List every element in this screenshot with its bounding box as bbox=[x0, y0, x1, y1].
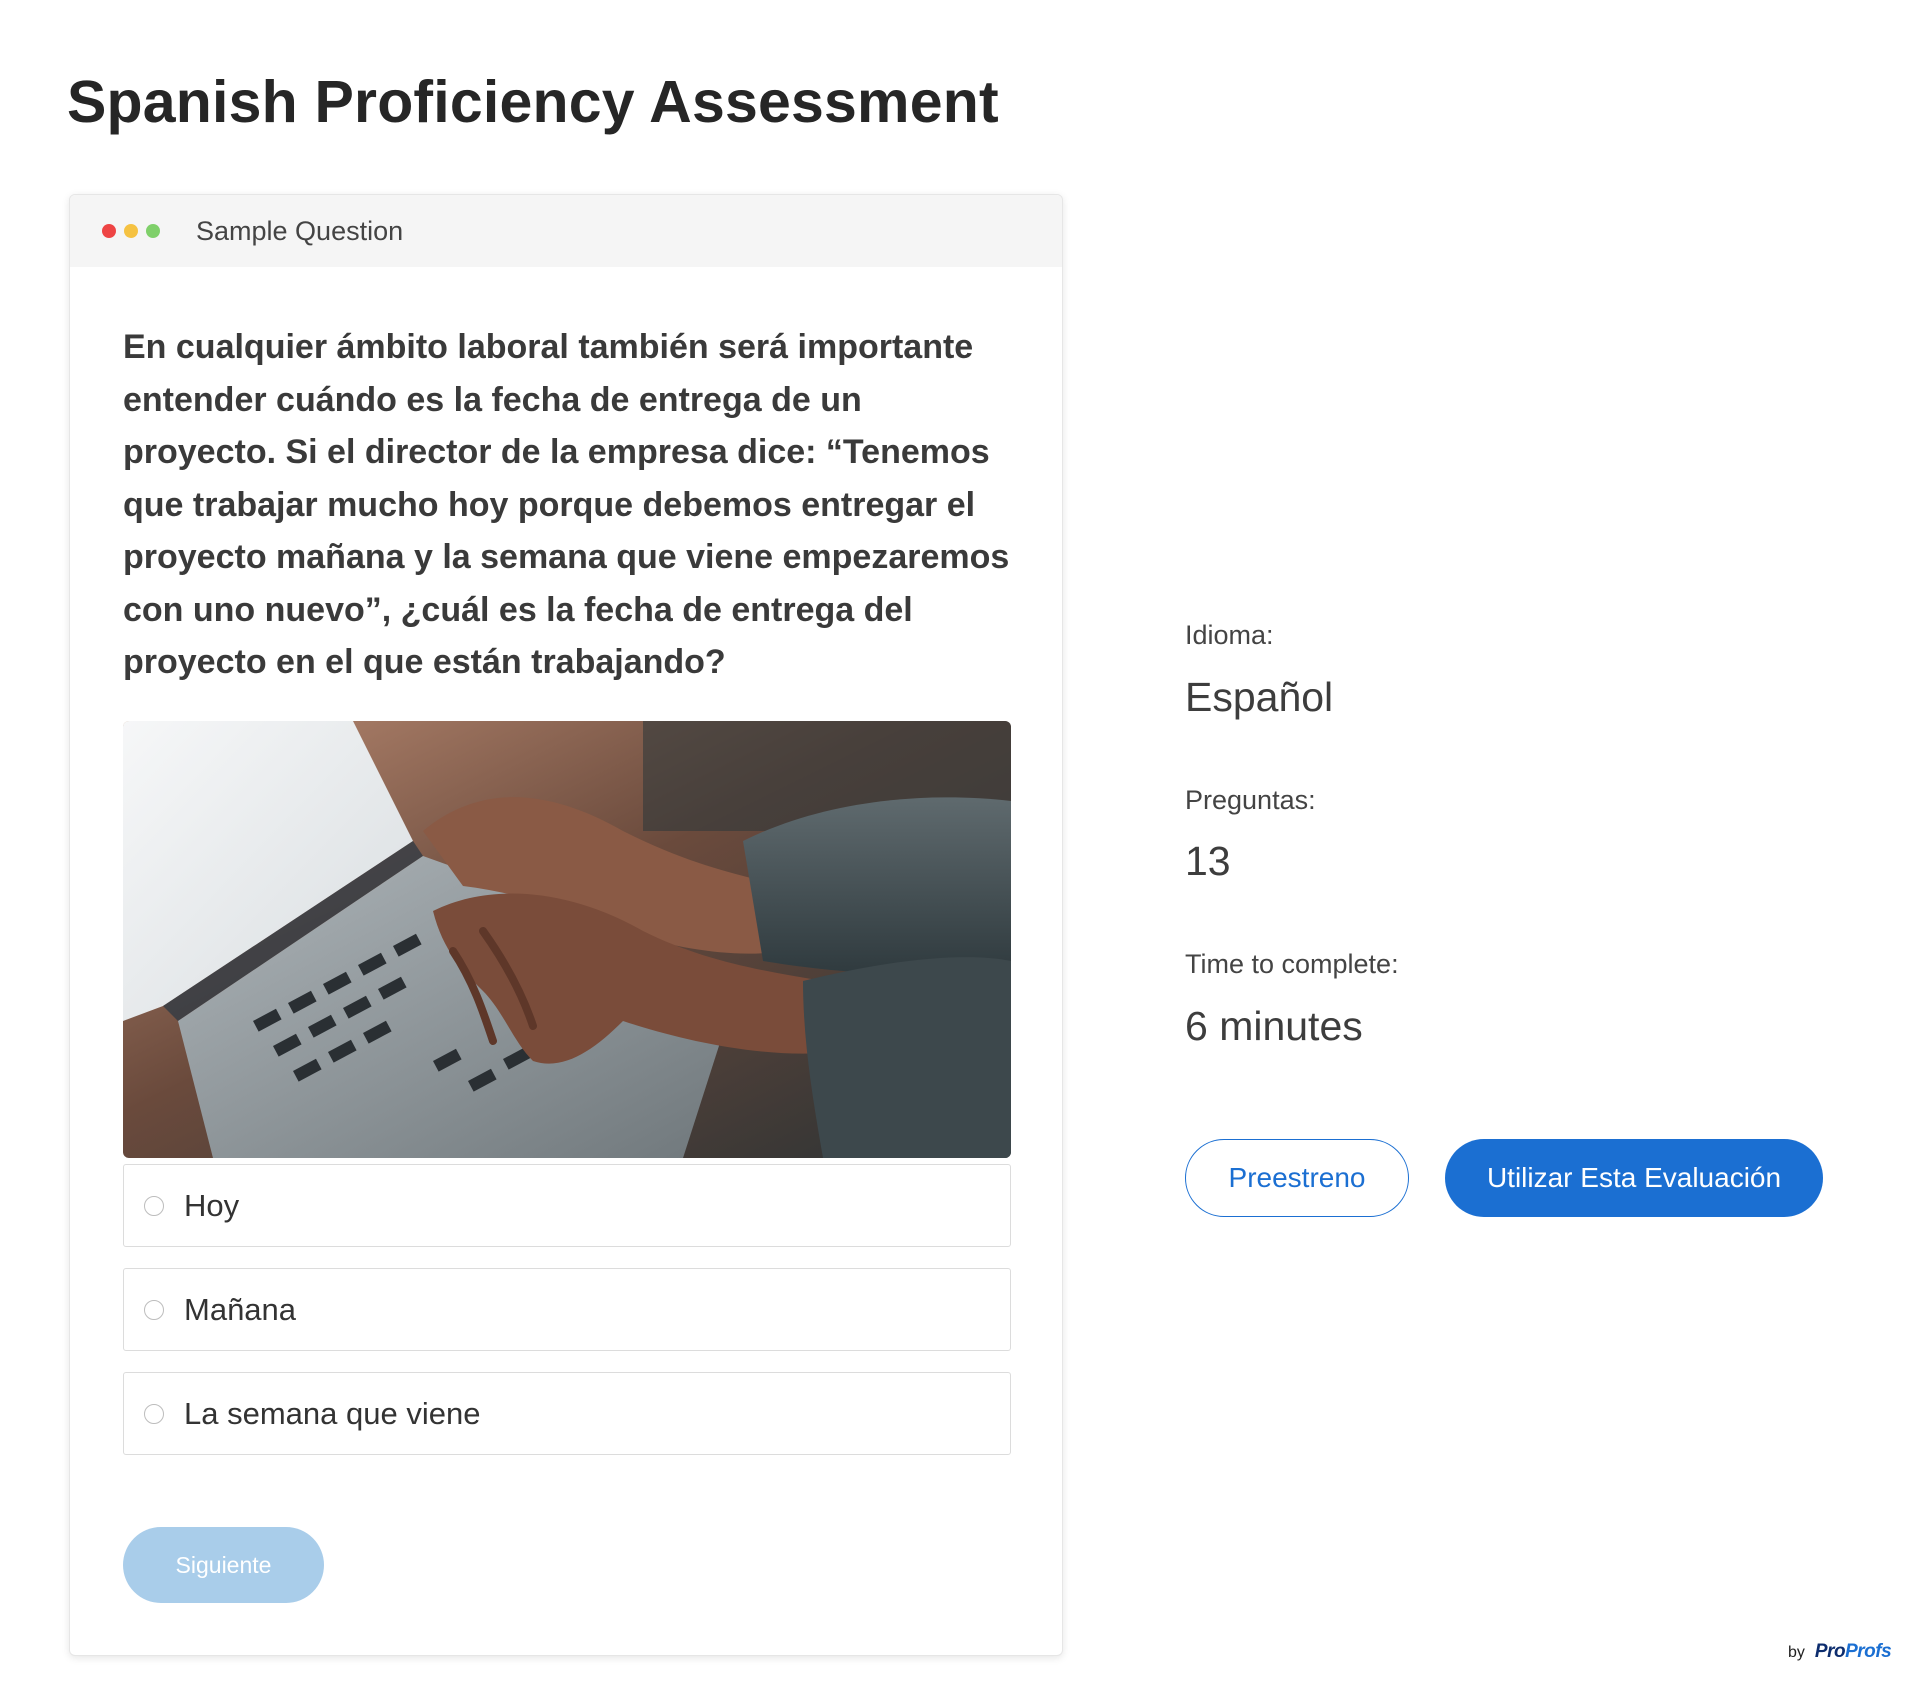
brand-part-1: Pro bbox=[1814, 1641, 1846, 1662]
green-dot-icon bbox=[146, 224, 160, 238]
by-text: by bbox=[1788, 1644, 1805, 1661]
use-assessment-button[interactable]: Utilizar Esta Evaluación bbox=[1445, 1139, 1823, 1217]
answer-option[interactable]: Mañana bbox=[123, 1268, 1011, 1351]
brand-logo-text: ProProfs bbox=[1814, 1641, 1892, 1663]
radio-button[interactable] bbox=[144, 1299, 164, 1320]
answer-option[interactable]: Hoy bbox=[123, 1164, 1011, 1247]
answer-option-label: Hoy bbox=[184, 1187, 240, 1223]
question-text: En cualquier ámbito laboral también será… bbox=[123, 328, 1010, 681]
next-button[interactable]: Siguiente bbox=[123, 1527, 324, 1603]
radio-button[interactable] bbox=[144, 1195, 164, 1216]
page-title: Spanish Proficiency Assessment bbox=[67, 69, 999, 135]
red-dot-icon bbox=[102, 224, 116, 238]
time-value: 6 minutes bbox=[1185, 1003, 1363, 1049]
time-label: Time to complete: bbox=[1185, 949, 1399, 979]
question-image bbox=[123, 721, 1011, 1158]
answer-option-label: La semana que viene bbox=[184, 1395, 481, 1431]
answer-option-label: Mañana bbox=[184, 1291, 297, 1327]
language-label: Idioma: bbox=[1185, 620, 1274, 650]
window-dots bbox=[102, 224, 160, 238]
radio-button[interactable] bbox=[144, 1403, 164, 1424]
sample-question-card: Sample Question En cualquier ámbito labo… bbox=[69, 194, 1063, 1656]
yellow-dot-icon bbox=[124, 224, 138, 238]
card-header-title: Sample Question bbox=[196, 215, 404, 246]
proprofs-logo[interactable]: by ProProfs bbox=[1788, 1641, 1892, 1663]
card-header: Sample Question bbox=[70, 195, 1062, 267]
answer-option[interactable]: La semana que viene bbox=[123, 1372, 1011, 1455]
language-value: Español bbox=[1185, 674, 1334, 720]
brand-part-2: Profs bbox=[1845, 1641, 1892, 1662]
questions-label: Preguntas: bbox=[1185, 785, 1316, 815]
questions-value: 13 bbox=[1185, 838, 1231, 884]
preview-button[interactable]: Preestreno bbox=[1185, 1139, 1409, 1217]
